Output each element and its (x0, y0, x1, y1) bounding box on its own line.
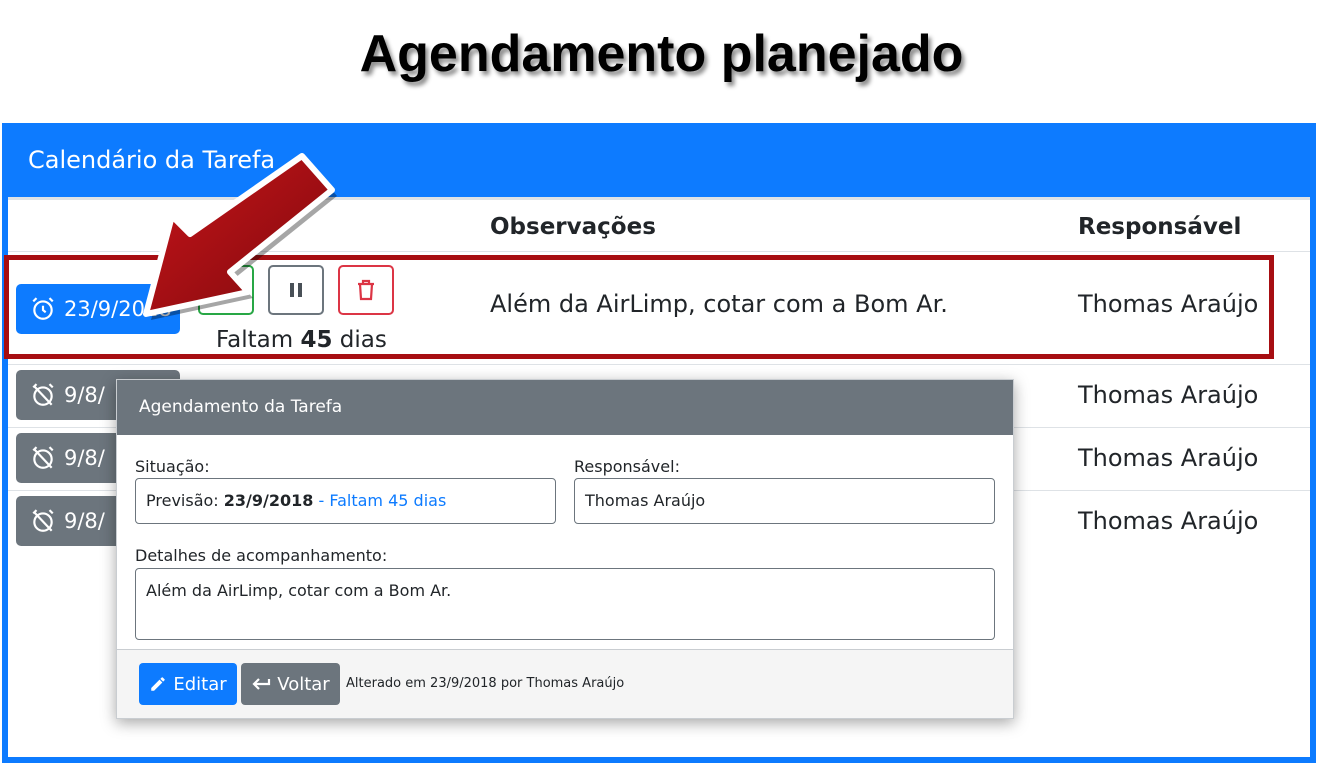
schedule-date-label: 9/8/ (64, 446, 105, 470)
footer-note: Alterado em 23/9/2018 por Thomas Araújo (346, 676, 625, 691)
alarm-clock-icon (32, 297, 54, 320)
modal-title: Agendamento da Tarefa (117, 380, 1013, 435)
schedule-date-label: 9/8/ (64, 383, 105, 407)
situacao-field: Previsão: 23/9/2018 - Faltam 45 dias (135, 478, 556, 524)
column-header-responsavel: Responsável (1078, 214, 1242, 240)
column-header-observacoes: Observações (490, 214, 656, 240)
modal-footer: Editar Voltar Alterado em 23/9/2018 por … (117, 649, 1013, 718)
responsavel-field[interactable]: Thomas Araújo (574, 478, 995, 524)
pointer-arrow-icon (143, 153, 337, 320)
back-button[interactable]: Voltar (241, 663, 340, 705)
slide-title: Agendamento planejado (359, 25, 964, 83)
responsible-text: Thomas Araújo (1078, 507, 1259, 535)
situacao-label: Situação: (135, 457, 210, 476)
responsavel-label: Responsável: (574, 457, 680, 476)
responsible-text: Thomas Araújo (1078, 444, 1259, 472)
alarm-off-icon (32, 446, 54, 469)
observation-text: Além da AirLimp, cotar com a Bom Ar. (490, 290, 948, 318)
remaining-days-count: 45 (300, 327, 333, 353)
schedule-modal: Agendamento da Tarefa Situação: Previsão… (116, 379, 1014, 719)
alarm-off-icon (32, 383, 54, 406)
trash-icon (358, 279, 374, 301)
alarm-off-icon (32, 509, 54, 532)
remaining-days-text: Faltam 45 dias (216, 327, 387, 353)
situacao-date: 23/9/2018 (223, 491, 314, 510)
detalhes-textarea[interactable]: Além da AirLimp, cotar com a Bom Ar. (135, 568, 995, 640)
responsible-text: Thomas Araújo (1078, 381, 1259, 409)
schedule-date-label: 9/8/ (64, 509, 105, 533)
responsible-text: Thomas Araújo (1078, 290, 1259, 318)
detalhes-label: Detalhes de acompanhamento: (135, 546, 388, 565)
situacao-remaining: Faltam 45 dias (329, 491, 447, 510)
return-arrow-icon (252, 678, 271, 690)
edit-modal-button[interactable]: Editar (139, 663, 237, 705)
pencil-icon (151, 677, 166, 691)
